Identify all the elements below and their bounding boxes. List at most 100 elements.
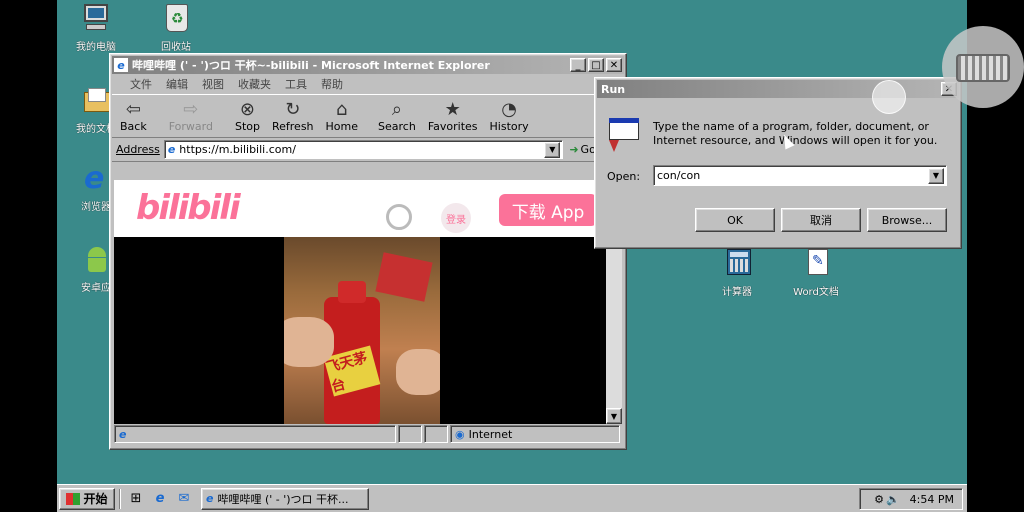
open-input[interactable]: con/con ▼: [653, 165, 947, 186]
maximize-button[interactable]: □: [588, 58, 604, 72]
cancel-button[interactable]: 取消: [781, 208, 861, 232]
internet-explorer-icon: e: [206, 492, 214, 505]
chevron-down-icon[interactable]: ▼: [928, 167, 944, 184]
history-label: History: [489, 120, 529, 133]
history-icon: ◔: [501, 99, 517, 120]
ie-toolbar: ⇦ Back ⇨ Forward ⊗ Stop ↻ Refresh ⌂ Home ⌕ Sea…: [112, 94, 624, 138]
ie-menubar: 文件 编辑 视图 收藏夹 工具 帮助: [112, 74, 624, 94]
address-input[interactable]: e https://m.bilibili.com/ ▼: [163, 140, 564, 159]
stop-button[interactable]: ⊗ Stop: [235, 99, 260, 134]
home-label: Home: [325, 120, 359, 133]
menu-edit[interactable]: 编辑: [166, 76, 202, 92]
start-label: 开始: [83, 492, 108, 506]
refresh-button[interactable]: ↻ Refresh: [271, 99, 314, 134]
internet-explorer-icon[interactable]: e: [151, 490, 169, 508]
volume-icon[interactable]: 🔈: [886, 493, 900, 506]
tray-app-icon[interactable]: ⚙: [874, 493, 884, 506]
menu-file[interactable]: 文件: [130, 76, 166, 92]
status-zone: ◉ Internet: [450, 425, 620, 443]
page-icon: e: [167, 143, 176, 156]
stop-icon: ⊗: [239, 99, 256, 120]
favorites-label: Favorites: [427, 120, 478, 133]
android-icon: [80, 243, 112, 275]
address-label: Address: [116, 143, 160, 156]
bilibili-logo[interactable]: bilibili: [136, 188, 241, 228]
windows-logo-icon: [66, 492, 81, 505]
close-button[interactable]: ✕: [606, 58, 622, 72]
clock[interactable]: 4:54 PM: [910, 493, 954, 506]
chevron-down-icon[interactable]: ▼: [544, 141, 561, 158]
ie-window: e 哔哩哔哩 (' - ')つロ 干杯~-bilibili - Microsof…: [109, 53, 627, 450]
go-button[interactable]: ➜ Go: [569, 143, 595, 156]
desktop-icon-label: 回收站: [161, 42, 191, 53]
desktop-icon-my-computer[interactable]: 我的电脑: [59, 2, 133, 53]
status-cell: [398, 425, 422, 443]
quick-launch-divider: [119, 488, 121, 509]
video-player[interactable]: 飞天茅台: [284, 237, 440, 424]
refresh-label: Refresh: [271, 120, 314, 133]
open-value: con/con: [657, 169, 701, 182]
ie-titlebar[interactable]: e 哔哩哔哩 (' - ')つロ 干杯~-bilibili - Microsof…: [112, 56, 624, 74]
run-dialog: Run ✕ Type the name of a program, folder…: [594, 77, 962, 249]
status-cell: [424, 425, 448, 443]
menu-tools[interactable]: 工具: [285, 76, 321, 92]
word-document-icon: ✎: [800, 247, 832, 279]
favorites-button[interactable]: ★ Favorites: [427, 99, 478, 134]
desktop: 我的电脑 ♻ 回收站 我的文档 e 浏览器 安卓应 计算器 ✎ Word文档 e…: [57, 0, 967, 512]
desktop-icon-label: 我的电脑: [76, 42, 116, 53]
ie-address-bar: Address e https://m.bilibili.com/ ▼ ➜ Go …: [112, 138, 624, 162]
system-tray: ⚙ 🔈 4:54 PM: [859, 488, 963, 510]
taskbar: 开始 ⊞ e ✉ e 哔哩哔哩 (' - ')つロ 干杯... ⚙ 🔈 4:54…: [57, 484, 967, 512]
menu-favorites[interactable]: 收藏夹: [238, 76, 285, 92]
bottle-cap: [338, 281, 366, 303]
keyboard-icon: [956, 54, 1010, 82]
internet-explorer-icon: e: [84, 161, 105, 196]
address-value: https://m.bilibili.com/: [179, 143, 296, 156]
forward-label: Forward: [168, 120, 213, 133]
search-button[interactable]: ⌕ Search: [378, 99, 416, 134]
taskbar-item-label: 哔哩哔哩 (' - ')つロ 干杯...: [217, 492, 349, 506]
go-arrow-icon: ➜: [569, 143, 579, 156]
back-icon: ⇦: [125, 99, 141, 120]
ie-app-icon: e: [114, 58, 128, 72]
globe-icon: ◉: [455, 427, 465, 441]
desktop-icon-recycle-bin[interactable]: ♻ 回收站: [139, 2, 213, 53]
history-button[interactable]: ◔ History: [489, 99, 529, 134]
start-button[interactable]: 开始: [59, 487, 115, 510]
home-icon: ⌂: [336, 99, 348, 120]
scroll-down-button[interactable]: ▼: [606, 408, 622, 424]
computer-icon: [80, 2, 112, 34]
run-description: Type the name of a program, folder, docu…: [653, 120, 938, 147]
favorites-icon: ★: [444, 99, 461, 120]
outlook-express-icon[interactable]: ✉: [175, 490, 193, 508]
ok-button[interactable]: OK: [695, 208, 775, 232]
home-button[interactable]: ⌂ Home: [325, 99, 359, 134]
browse-button[interactable]: Browse...: [867, 208, 947, 232]
calculator-icon: [721, 247, 753, 279]
refresh-icon: ↻: [285, 99, 301, 120]
show-desktop-icon[interactable]: ⊞: [127, 490, 145, 508]
minimize-button[interactable]: _: [570, 58, 586, 72]
taskbar-item-ie[interactable]: e 哔哩哔哩 (' - ')つロ 干杯...: [201, 487, 369, 510]
ie-window-title: 哔哩哔哩 (' - ')つロ 干杯~-bilibili - Microsoft …: [132, 59, 490, 72]
back-label: Back: [120, 120, 147, 133]
desktop-icon-word[interactable]: ✎ Word文档: [779, 247, 853, 298]
forward-button[interactable]: ⇨ Forward: [168, 99, 213, 134]
login-button[interactable]: 登录: [441, 203, 471, 233]
forward-icon: ⇨: [183, 99, 199, 120]
video-background-object: [375, 252, 433, 302]
ie-statusbar: e ◉ Internet: [114, 425, 622, 445]
folder-icon: [80, 84, 112, 116]
search-icon[interactable]: [386, 204, 412, 230]
desktop-icon-calculator[interactable]: 计算器: [700, 247, 774, 298]
search-icon: ⌕: [391, 99, 402, 120]
back-button[interactable]: ⇦ Back: [120, 99, 147, 134]
download-app-button[interactable]: 下载 App: [499, 194, 597, 226]
menu-view[interactable]: 视图: [202, 76, 238, 92]
menu-help[interactable]: 帮助: [321, 76, 357, 92]
virtual-keyboard-button[interactable]: [942, 26, 1024, 108]
hand-right: [396, 349, 440, 395]
recycle-bin-icon: ♻: [160, 2, 192, 34]
status-zone-label: Internet: [468, 427, 513, 441]
desktop-icon-label: 计算器: [722, 287, 752, 298]
